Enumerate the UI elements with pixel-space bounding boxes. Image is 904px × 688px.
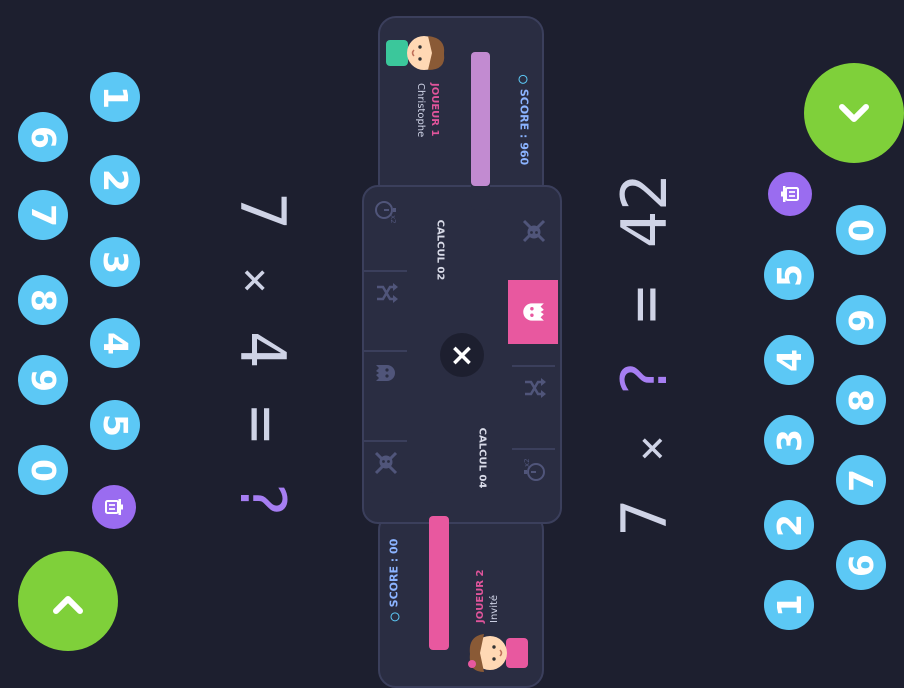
operator: × — [230, 267, 281, 294]
boy-avatar-icon — [386, 36, 445, 70]
key-2[interactable]: 2 — [90, 155, 140, 205]
player1-label: JOUEUR 1 — [429, 83, 440, 137]
key-4[interactable]: 4 — [764, 335, 814, 385]
key-3[interactable]: 3 — [90, 237, 140, 287]
player2-score: SCORE : 00 — [388, 539, 401, 622]
power-ghost[interactable] — [364, 350, 407, 394]
unknown-operand: ? — [608, 360, 681, 398]
player2-info: JOUEUR 2 Invité — [474, 553, 502, 623]
player1-calc-label: CALCUL 02 — [434, 219, 446, 281]
player2-label: JOUEUR 2 — [475, 569, 486, 623]
validate-button[interactable] — [804, 63, 904, 163]
power-timer-x2[interactable]: x2 — [512, 448, 555, 492]
power-skull[interactable] — [364, 440, 407, 484]
power-timer-x2[interactable]: x2 — [364, 190, 407, 232]
chevron-right-icon — [839, 104, 869, 122]
delete-button[interactable] — [768, 172, 812, 216]
shuffle-icon — [524, 378, 546, 398]
key-6[interactable]: 6 — [836, 540, 886, 590]
player2-avatar — [466, 624, 528, 682]
ghost-icon — [523, 303, 544, 321]
power-ghost-active[interactable] — [508, 280, 558, 344]
player1-info: JOUEUR 1 Christophe — [413, 83, 441, 153]
skull-crossbones-icon — [522, 219, 545, 243]
player2-powers: x2 — [364, 190, 408, 518]
key-4[interactable]: 4 — [90, 318, 140, 368]
validate-button[interactable] — [18, 551, 118, 651]
player1-progress-track — [471, 52, 490, 210]
player1-avatar — [386, 24, 446, 80]
operand-a: 7 — [226, 192, 299, 230]
chevron-left-icon — [53, 596, 83, 614]
key-9[interactable]: 9 — [18, 355, 68, 405]
player2-progress-fill — [429, 515, 449, 650]
power-skull[interactable] — [512, 210, 555, 252]
timer-x2-icon: x2 — [523, 458, 545, 481]
player2-progress-track — [429, 492, 449, 650]
score-ring-icon — [390, 612, 399, 622]
key-1[interactable]: 1 — [90, 72, 140, 122]
player2-score-text: SCORE : 00 — [387, 538, 401, 608]
svg-text:x2: x2 — [523, 458, 531, 467]
player1-equation: 7 × ? = 42 — [608, 174, 681, 536]
player1-progress-fill — [471, 52, 490, 187]
key-8[interactable]: 8 — [18, 275, 68, 325]
key-2[interactable]: 2 — [764, 500, 814, 550]
trash-icon — [105, 499, 123, 515]
key-7[interactable]: 7 — [18, 190, 68, 240]
key-0[interactable]: 0 — [836, 205, 886, 255]
svg-text:x2: x2 — [389, 215, 397, 224]
score-ring-icon — [519, 74, 528, 84]
shuffle-icon — [376, 283, 398, 303]
player2-name: Invité — [489, 594, 500, 623]
player1-powers: x2 — [508, 190, 558, 518]
key-6[interactable]: 6 — [18, 112, 68, 162]
operator: × — [626, 435, 677, 462]
key-9[interactable]: 9 — [836, 295, 886, 345]
player1-score: SCORE : 960 — [517, 74, 531, 166]
operand-b: 4 — [226, 330, 299, 369]
key-0[interactable]: 0 — [18, 445, 68, 495]
equals-sign: = — [608, 285, 681, 324]
close-button[interactable]: × — [440, 333, 484, 377]
result: 42 — [608, 173, 681, 249]
operand-a: 7 — [608, 498, 681, 537]
trash-icon — [781, 186, 799, 202]
player2-equation: 7 × 4 = ? — [226, 192, 299, 517]
equals-sign: = — [226, 405, 299, 443]
key-7[interactable]: 7 — [836, 455, 886, 505]
unknown-result: ? — [226, 480, 299, 518]
player2-calc-label: CALCUL 04 — [476, 427, 488, 489]
delete-button[interactable] — [92, 485, 136, 529]
key-5[interactable]: 5 — [90, 400, 140, 450]
key-3[interactable]: 3 — [764, 415, 814, 465]
skull-crossbones-icon — [374, 451, 397, 475]
close-icon: × — [449, 337, 475, 373]
power-shuffle[interactable] — [512, 365, 555, 409]
girl-avatar-icon — [468, 634, 528, 672]
timer-x2-icon: x2 — [374, 201, 397, 224]
ghost-icon — [375, 365, 395, 381]
key-8[interactable]: 8 — [836, 375, 886, 425]
player1-score-text: SCORE : 960 — [517, 88, 531, 166]
key-1[interactable]: 1 — [764, 580, 814, 630]
player1-name: Christophe — [415, 83, 426, 138]
key-5[interactable]: 5 — [764, 250, 814, 300]
power-shuffle[interactable] — [364, 270, 407, 314]
